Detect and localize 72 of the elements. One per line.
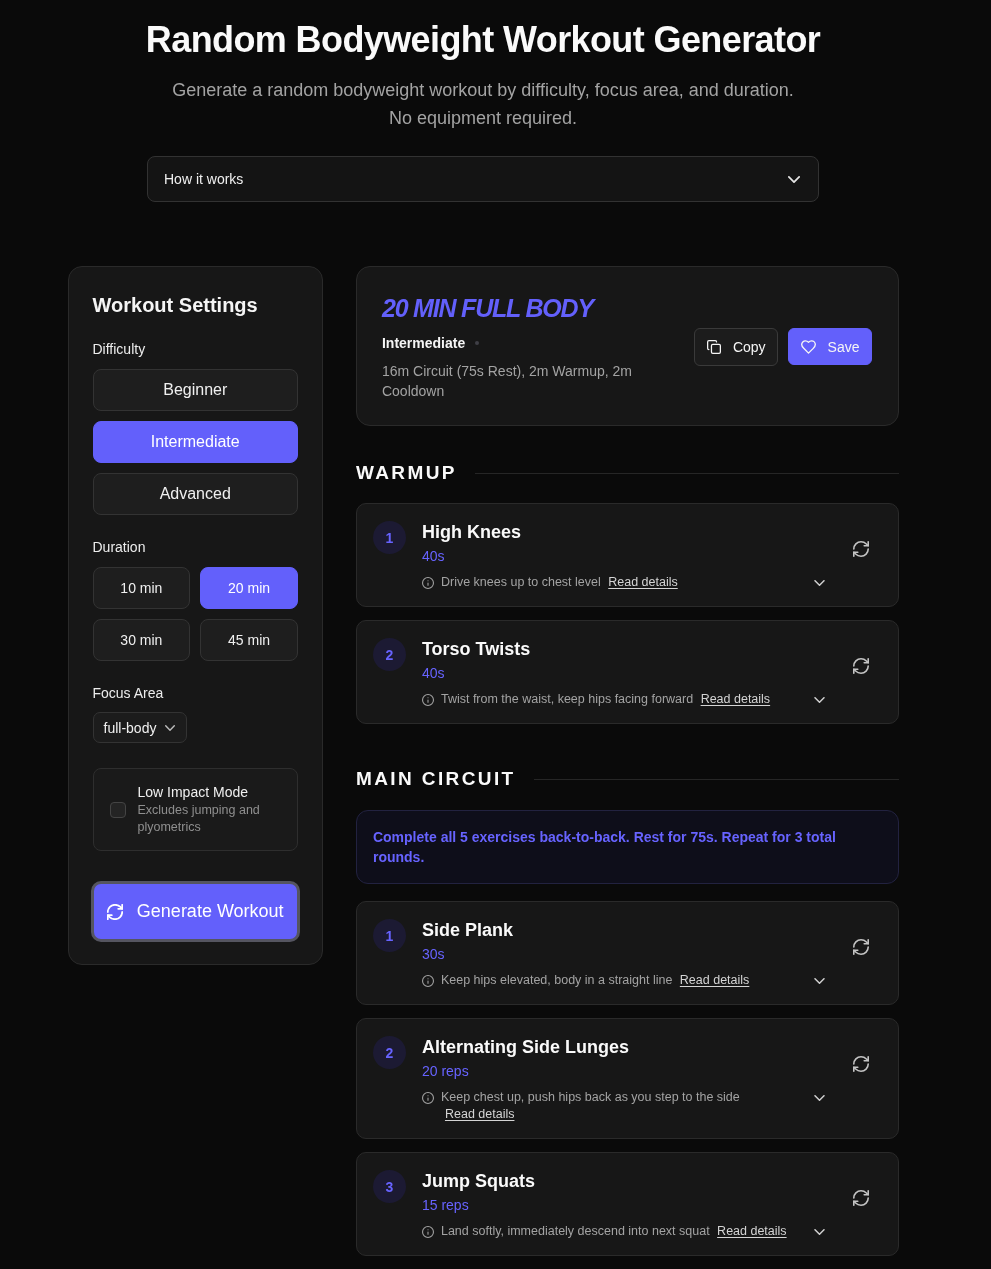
read-details-link[interactable]: Read details	[717, 1224, 787, 1238]
exercise-amount: 40s	[421, 547, 446, 566]
generate-workout-button[interactable]: Generate Workout	[90, 881, 300, 942]
save-button[interactable]: Save	[787, 328, 872, 365]
workout-difficulty: Intermediate	[381, 334, 466, 353]
chevron-down-icon	[165, 724, 176, 731]
info-icon	[421, 577, 434, 589]
read-details-link[interactable]: Read details	[444, 1107, 515, 1121]
difficulty-label: Difficulty	[92, 340, 147, 359]
exercise-name: Side Plank	[421, 919, 514, 942]
chevron-down-icon[interactable]	[813, 697, 825, 703]
low-impact-label: Low Impact Mode	[137, 783, 249, 802]
exercise-tip: Land softly, immediately descend into next squat Read details	[440, 1223, 788, 1240]
chevron-down-icon[interactable]	[813, 580, 825, 586]
refresh-icon[interactable]	[852, 1056, 869, 1072]
exercise-amount: 40s	[421, 664, 446, 683]
read-details-link[interactable]: Read details	[679, 973, 750, 987]
refresh-icon[interactable]	[852, 541, 869, 557]
read-details-link[interactable]: Read details	[700, 692, 771, 706]
info-icon	[421, 1226, 434, 1238]
chevron-down-icon[interactable]	[813, 1095, 825, 1101]
exercise-number: 2	[372, 638, 406, 671]
low-impact-description: Excludes jumping and plyometrics	[137, 802, 261, 836]
exercise-name: Alternating Side Lunges	[421, 1036, 630, 1059]
duration-option[interactable]: 20 min	[200, 567, 298, 609]
settings-title: Workout Settings	[92, 293, 259, 317]
refresh-icon[interactable]	[852, 658, 869, 674]
read-details-link[interactable]: Read details	[608, 575, 678, 589]
exercise-number: 1	[372, 919, 406, 952]
duration-label: Duration	[92, 538, 147, 557]
circuit-note: Complete all 5 exercises back-to-back. Rest for 75s. Repeat for 3 total rounds.	[355, 810, 899, 884]
section-heading: MAIN CIRCUIT	[355, 767, 516, 791]
exercise-name: High Knees	[421, 521, 522, 544]
info-icon	[421, 975, 434, 987]
copy-icon	[706, 340, 721, 354]
exercise-number: 1	[372, 521, 406, 554]
heart-icon	[800, 339, 816, 354]
refresh-icon	[106, 903, 123, 920]
exercise-amount: 15 reps	[421, 1196, 470, 1215]
exercise-name: Torso Twists	[421, 638, 532, 661]
exercise-tip: Twist from the waist, keep hips facing forward Read details	[440, 691, 772, 708]
workout-description: 16m Circuit (75s Rest), 2m Warmup, 2m Cooldown	[381, 362, 633, 401]
focus-area-label: Focus Area	[92, 684, 165, 703]
exercise-number: 3	[372, 1170, 406, 1203]
how-it-works-accordion[interactable]: How it works	[147, 156, 819, 202]
difficulty-option[interactable]: Intermediate	[92, 421, 298, 463]
chevron-down-icon[interactable]	[813, 978, 825, 984]
exercise-amount: 20 reps	[421, 1062, 470, 1081]
exercise-name: Jump Squats	[421, 1170, 536, 1193]
refresh-icon[interactable]	[852, 1190, 869, 1206]
page-subtitle: Generate a random bodyweight workout by difficulty, focus area, and duration. No equipment required.	[171, 79, 795, 130]
exercise-tip: Keep chest up, push hips back as you step to the side Read details	[440, 1089, 741, 1123]
chevron-down-icon[interactable]	[813, 1229, 825, 1235]
info-icon	[421, 694, 434, 706]
difficulty-option[interactable]: Beginner	[92, 369, 298, 411]
info-icon	[421, 1092, 434, 1104]
low-impact-checkbox[interactable]	[109, 801, 126, 818]
page-title: Random Bodyweight Workout Generator	[145, 18, 821, 62]
difficulty-option[interactable]: Advanced	[92, 473, 298, 515]
workout-title: 20 MIN FULL BODY	[381, 293, 872, 323]
refresh-icon[interactable]	[852, 939, 869, 955]
duration-option[interactable]: 45 min	[200, 619, 298, 661]
exercise-number: 2	[372, 1036, 406, 1069]
copy-button[interactable]: Copy	[693, 328, 778, 366]
exercise-tip: Drive knees up to chest level Read details	[440, 574, 679, 591]
duration-option[interactable]: 30 min	[92, 619, 191, 661]
exercise-amount: 30s	[421, 945, 446, 964]
focus-area-select[interactable]: full-body	[92, 712, 188, 743]
section-heading: WARMUP	[355, 461, 457, 485]
separator-dot-icon	[475, 341, 480, 345]
duration-option[interactable]: 10 min	[92, 567, 191, 609]
exercise-tip: Keep hips elevated, body in a straight line Read details	[440, 972, 751, 989]
